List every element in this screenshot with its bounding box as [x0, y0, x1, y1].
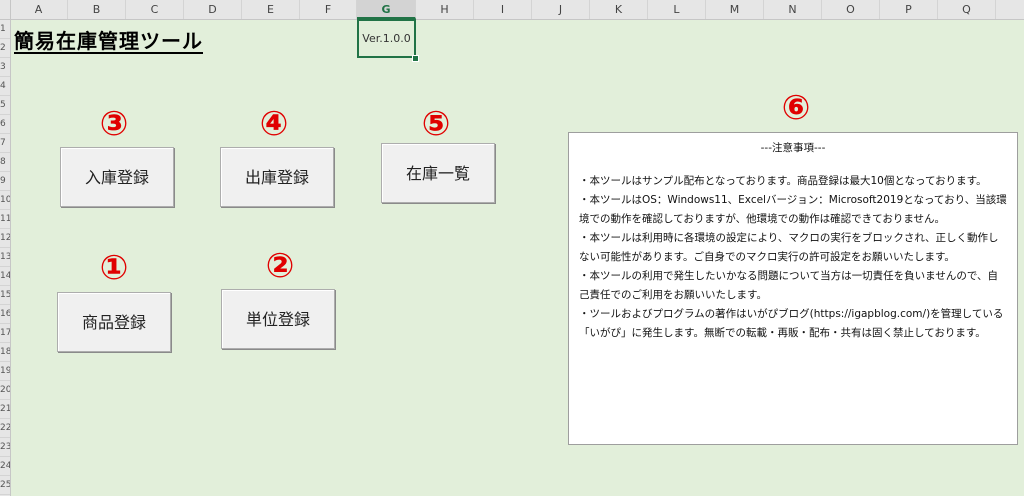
column-header-c[interactable]: C [126, 0, 184, 19]
row-header[interactable]: 24 [0, 457, 10, 476]
row-header[interactable]: 12 [0, 229, 10, 248]
column-header-i[interactable]: I [474, 0, 532, 19]
stock-list-button[interactable]: 在庫一覧 [381, 143, 495, 203]
row-header[interactable]: 8 [0, 153, 10, 172]
notes-line: ・ツールおよびプログラムの著作はいがぴブログ(https://igapblog.… [579, 308, 1004, 339]
row-header[interactable]: 18 [0, 343, 10, 362]
column-header-g[interactable]: G [357, 0, 416, 19]
row-header[interactable]: 25 [0, 476, 10, 495]
page-title: 簡易在庫管理ツール [14, 29, 203, 53]
row-header[interactable]: 21 [0, 400, 10, 419]
number-label-3: ③ [99, 104, 129, 144]
notes-textbox[interactable]: ---注意事項--- ・本ツールはサンプル配布となっております。商品登録は最大1… [568, 132, 1018, 445]
stock-in-button[interactable]: 入庫登録 [60, 147, 174, 207]
number-label-2: ② [265, 246, 295, 286]
row-header[interactable]: 10 [0, 191, 10, 210]
column-header-j[interactable]: J [532, 0, 590, 19]
row-header[interactable]: 9 [0, 172, 10, 191]
column-header-h[interactable]: H [416, 0, 474, 19]
stock-out-button[interactable]: 出庫登録 [220, 147, 334, 207]
row-header[interactable]: 13 [0, 248, 10, 267]
row-header[interactable]: 15 [0, 286, 10, 305]
row-header[interactable]: 2 [0, 39, 10, 58]
column-header-k[interactable]: K [590, 0, 648, 19]
row-header[interactable]: 11 [0, 210, 10, 229]
row-header[interactable]: 7 [0, 134, 10, 153]
column-header-m[interactable]: M [706, 0, 764, 19]
column-header-q[interactable]: Q [938, 0, 996, 19]
row-header[interactable]: 16 [0, 305, 10, 324]
row-header[interactable]: 6 [0, 115, 10, 134]
notes-title: ---注意事項--- [760, 142, 826, 154]
column-header-l[interactable]: L [648, 0, 706, 19]
notes-line: ・本ツールの利用で発生したいかなる問題について当方は一切責任を負いませんので、自… [579, 270, 998, 301]
number-label-1: ① [99, 248, 129, 288]
row-header[interactable]: 19 [0, 362, 10, 381]
row-header-bar: 1 2 3 4 5 6 7 8 9 10 11 12 13 14 15 16 1… [0, 20, 11, 496]
column-header-n[interactable]: N [764, 0, 822, 19]
row-header[interactable]: 5 [0, 96, 10, 115]
column-header-d[interactable]: D [184, 0, 242, 19]
version-cell[interactable]: Ver.1.0.0 [357, 19, 416, 58]
column-header-o[interactable]: O [822, 0, 880, 19]
column-header-p[interactable]: P [880, 0, 938, 19]
column-header-bar: A B C D E F G H I J K L M N O P Q [0, 0, 1024, 20]
notes-line: ・本ツールはOS：Windows11、Excelバージョン：Microsoft2… [579, 194, 1007, 225]
row-header[interactable]: 4 [0, 77, 10, 96]
product-register-button[interactable]: 商品登録 [57, 292, 171, 352]
row-header[interactable]: 14 [0, 267, 10, 286]
unit-register-button[interactable]: 単位登録 [221, 289, 335, 349]
column-header-f[interactable]: F [300, 0, 357, 19]
number-label-6: ⑥ [781, 88, 811, 128]
column-header-e[interactable]: E [242, 0, 300, 19]
notes-line: ・本ツールはサンプル配布となっております。商品登録は最大10個となっております。 [579, 175, 987, 187]
row-header[interactable]: 3 [0, 58, 10, 77]
row-header[interactable]: 1 [0, 20, 10, 39]
column-header-b[interactable]: B [68, 0, 126, 19]
row-header[interactable]: 17 [0, 324, 10, 343]
number-label-5: ⑤ [421, 104, 451, 144]
row-header[interactable]: 22 [0, 419, 10, 438]
notes-line: ・本ツールは利用時に各環境の設定により、マクロの実行をブロックされ、正しく動作し… [579, 232, 999, 263]
cell-fill-handle[interactable] [412, 55, 419, 62]
column-header-a[interactable]: A [10, 0, 68, 19]
number-label-4: ④ [259, 104, 289, 144]
row-header[interactable]: 20 [0, 381, 10, 400]
row-header[interactable]: 23 [0, 438, 10, 457]
